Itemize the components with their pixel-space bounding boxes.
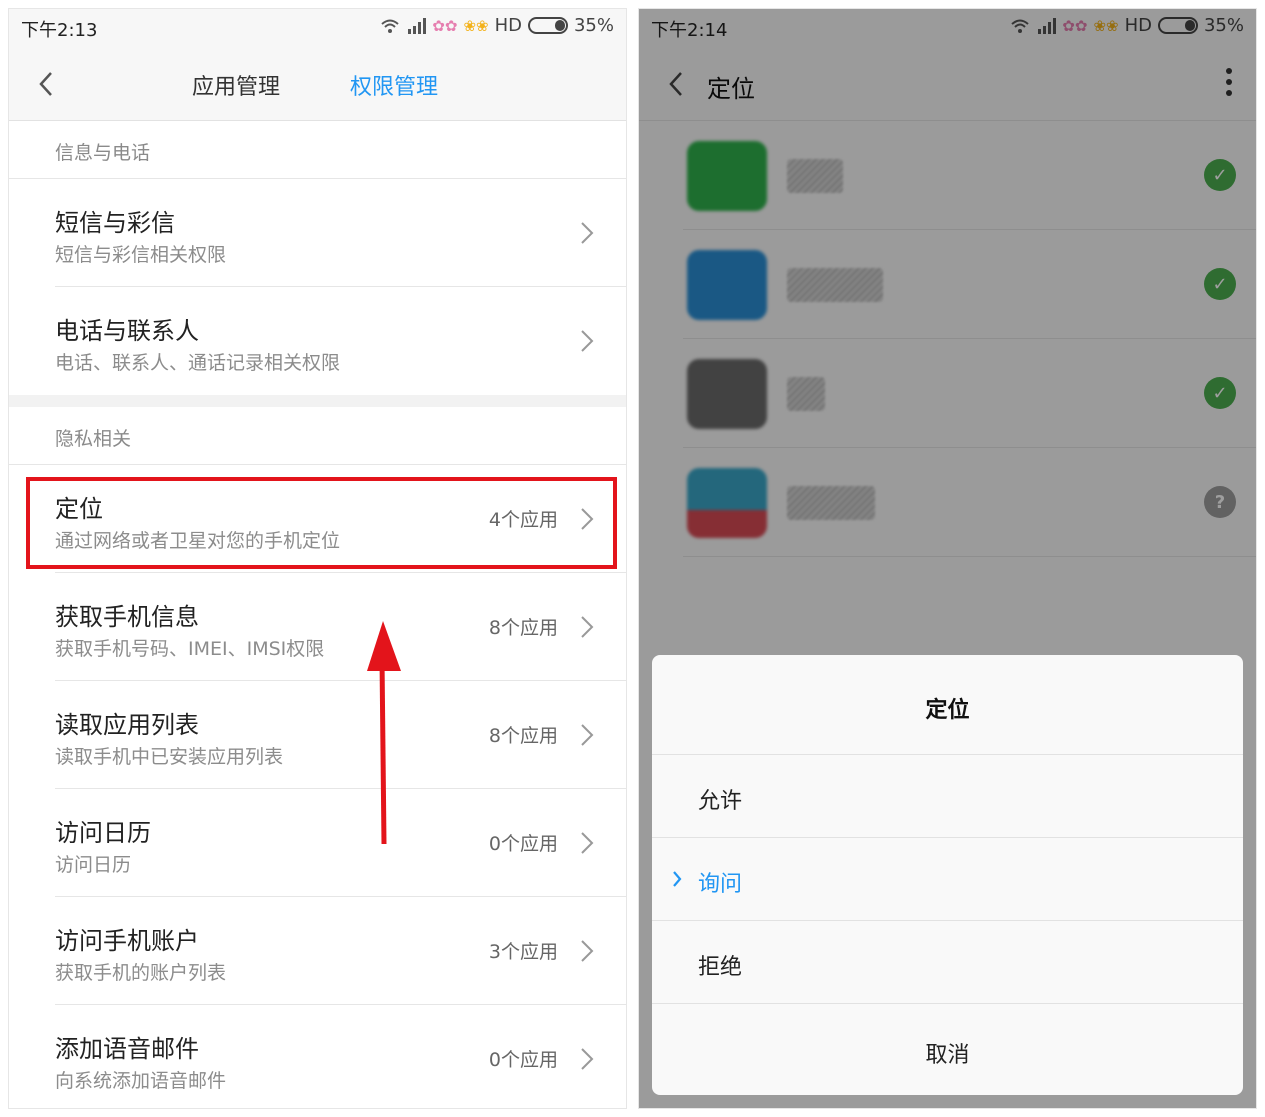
option-ask[interactable]: 询问 — [652, 838, 1243, 921]
signal-icon — [408, 17, 427, 34]
chevron-right-icon — [581, 616, 594, 638]
option-deny[interactable]: 拒绝 — [652, 921, 1243, 1004]
dialog-title: 定位 — [652, 655, 1243, 755]
item-title: 电话与联系人 — [55, 317, 199, 345]
list-item[interactable]: 添加语音邮件 向系统添加语音邮件 0个应用 — [55, 1005, 626, 1108]
item-title: 访问手机账户 — [55, 927, 199, 955]
permission-management-screen: 下午2:13 ✿✿ ❀❀ HD 35% 应用管理 权限管理 信息与电话 短信与彩… — [8, 8, 627, 1109]
wifi-icon — [381, 19, 399, 33]
chevron-right-icon — [581, 940, 594, 962]
list-item[interactable]: 获取手机信息 获取手机号码、IMEI、IMSI权限 8个应用 — [55, 573, 626, 681]
list-item[interactable]: 访问手机账户 获取手机的账户列表 3个应用 — [55, 897, 626, 1005]
battery-icon — [527, 17, 568, 34]
permission-list: 信息与电话 短信与彩信 短信与彩信相关权限 电话与联系人 电话、联系人、通话记录… — [9, 121, 626, 1108]
chevron-right-icon — [581, 1048, 594, 1070]
hd-indicator: HD — [494, 15, 522, 36]
app-count: 0个应用 — [488, 1049, 558, 1071]
item-subtitle: 电话、联系人、通话记录相关权限 — [55, 352, 341, 374]
list-item[interactable]: 短信与彩信 短信与彩信相关权限 — [55, 179, 626, 287]
chevron-right-icon — [581, 724, 594, 746]
item-title: 添加语音邮件 — [55, 1035, 199, 1063]
sunflower-icon: ❀❀ — [463, 16, 489, 35]
option-allow[interactable]: 允许 — [652, 755, 1243, 838]
location-dialog: 定位 允许 询问 拒绝 取消 — [652, 655, 1243, 1095]
location-permission-screen: 下午2:14 ✿✿ ❀❀ HD 35% 定位 ✓ ✓ ✓ ? 定位 允许 询问 … — [638, 8, 1257, 1109]
tab-permission-management[interactable]: 权限管理 — [350, 69, 438, 101]
item-subtitle: 获取手机的账户列表 — [55, 962, 227, 984]
item-subtitle: 访问日历 — [55, 854, 132, 876]
item-subtitle: 向系统添加语音邮件 — [55, 1070, 227, 1092]
app-count: 8个应用 — [488, 725, 558, 747]
item-title: 访问日历 — [55, 819, 151, 847]
top-bar: 下午2:13 ✿✿ ❀❀ HD 35% 应用管理 权限管理 — [9, 9, 626, 121]
battery-percent: 35% — [573, 15, 614, 36]
item-subtitle: 获取手机号码、IMEI、IMSI权限 — [55, 638, 325, 660]
arrow-up-icon — [367, 621, 401, 845]
option-label: 允许 — [698, 789, 743, 814]
section-divider — [9, 395, 626, 407]
chevron-right-icon — [581, 832, 594, 854]
item-subtitle: 读取手机中已安装应用列表 — [55, 746, 284, 768]
item-title: 短信与彩信 — [55, 209, 175, 237]
cancel-button[interactable]: 取消 — [652, 1004, 1243, 1094]
flower-icon: ✿✿ — [432, 16, 458, 35]
option-label: 询问 — [698, 872, 743, 897]
app-count: 3个应用 — [488, 941, 558, 963]
list-item[interactable]: 访问日历 访问日历 0个应用 — [55, 789, 626, 897]
item-title: 获取手机信息 — [55, 603, 199, 631]
list-item[interactable]: 电话与联系人 电话、联系人、通话记录相关权限 — [55, 287, 626, 395]
app-count: 8个应用 — [488, 617, 558, 639]
highlight-box — [26, 477, 617, 569]
item-title: 读取应用列表 — [55, 711, 199, 739]
section-title: 信息与电话 — [9, 121, 626, 179]
section-title: 隐私相关 — [9, 407, 626, 465]
status-time: 下午2:13 — [21, 20, 98, 41]
list-item[interactable]: 读取应用列表 读取手机中已安装应用列表 8个应用 — [55, 681, 626, 789]
item-subtitle: 短信与彩信相关权限 — [55, 244, 227, 266]
chevron-right-icon — [581, 222, 594, 244]
back-icon[interactable] — [35, 67, 57, 101]
status-bar: 下午2:13 ✿✿ ❀❀ HD 35% — [9, 9, 626, 45]
option-label: 拒绝 — [698, 955, 743, 980]
chevron-right-icon — [581, 330, 594, 352]
chevron-right-icon — [673, 871, 682, 887]
status-icons: ✿✿ ❀❀ HD 35% — [380, 15, 614, 36]
tab-app-management[interactable]: 应用管理 — [192, 69, 280, 101]
app-count: 0个应用 — [488, 833, 558, 855]
